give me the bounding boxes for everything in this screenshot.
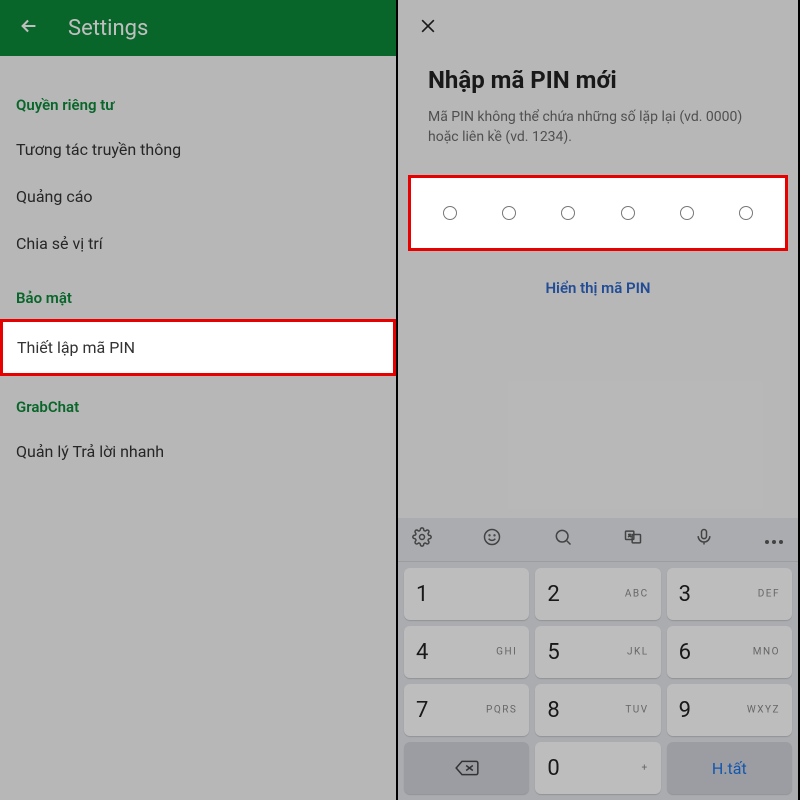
pin-title: Nhập mã PIN mới [428, 66, 768, 94]
pin-hint: Mã PIN không thể chứa những số lặp lại (… [428, 108, 768, 147]
app-bar: Settings [0, 0, 396, 56]
search-icon[interactable] [553, 527, 573, 552]
key-3[interactable]: 3DEF [667, 568, 792, 620]
key-backspace[interactable] [404, 742, 529, 794]
pin-input[interactable] [408, 175, 788, 251]
keyboard-toolbar [398, 518, 798, 562]
more-icon[interactable] [764, 529, 784, 550]
section-header-privacy: Quyền riêng tư [0, 74, 396, 126]
numeric-keyboard: 1 2ABC 3DEF 4GHI 5JKL 6MNO 7PQRS 8TUV 9W… [398, 518, 798, 800]
top-bar [398, 0, 798, 56]
key-5[interactable]: 5JKL [535, 626, 660, 678]
list-item[interactable]: Quản lý Trả lời nhanh [0, 428, 396, 475]
back-arrow-icon[interactable] [18, 15, 40, 42]
emoji-icon[interactable] [482, 527, 502, 552]
key-1[interactable]: 1 [404, 568, 529, 620]
pin-dot [680, 206, 694, 220]
pin-dot [561, 206, 575, 220]
key-8[interactable]: 8TUV [535, 684, 660, 736]
close-icon[interactable] [418, 14, 438, 42]
settings-list: Quyền riêng tư Tương tác truyền thông Qu… [0, 56, 396, 493]
key-6[interactable]: 6MNO [667, 626, 792, 678]
page-title: Settings [68, 16, 148, 41]
key-4[interactable]: 4GHI [404, 626, 529, 678]
section-header-grabchat: GrabChat [0, 376, 396, 428]
key-0[interactable]: 0+ [535, 742, 660, 794]
pin-dot [502, 206, 516, 220]
show-pin-link[interactable]: Hiển thị mã PIN [398, 279, 798, 297]
key-9[interactable]: 9WXYZ [667, 684, 792, 736]
translate-icon[interactable] [623, 527, 643, 552]
pin-dot [443, 206, 457, 220]
section-header-security: Bảo mật [0, 267, 396, 319]
list-item[interactable]: Quảng cáo [0, 173, 396, 220]
mic-icon[interactable] [694, 527, 714, 552]
key-2[interactable]: 2ABC [535, 568, 660, 620]
keypad-grid: 1 2ABC 3DEF 4GHI 5JKL 6MNO 7PQRS 8TUV 9W… [398, 562, 798, 800]
list-item[interactable]: Tương tác truyền thông [0, 126, 396, 173]
key-7[interactable]: 7PQRS [404, 684, 529, 736]
key-done[interactable]: H.tất [667, 742, 792, 794]
pin-entry-screen: Nhập mã PIN mới Mã PIN không thể chứa nh… [398, 0, 798, 800]
settings-screen: Settings Quyền riêng tư Tương tác truyền… [0, 0, 398, 800]
pin-dot [621, 206, 635, 220]
gear-icon[interactable] [412, 527, 432, 552]
list-item-setup-pin[interactable]: Thiết lập mã PIN [0, 319, 396, 376]
pin-dot [739, 206, 753, 220]
list-item[interactable]: Chia sẻ vị trí [0, 220, 396, 267]
